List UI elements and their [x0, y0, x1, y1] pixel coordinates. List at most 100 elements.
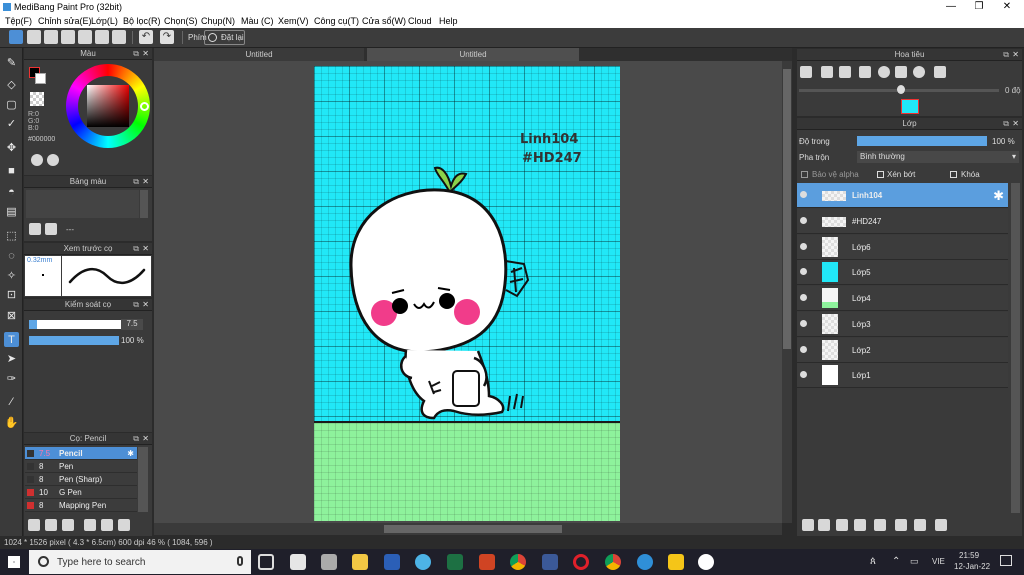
delete-palette-icon[interactable]	[45, 223, 57, 235]
actual-size-icon[interactable]	[859, 66, 871, 78]
reset-button[interactable]: Đặt lại	[204, 30, 245, 45]
brush-item[interactable]: 8 Pen	[25, 460, 137, 473]
operation-tool-icon[interactable]: ➤	[4, 351, 19, 366]
dock-icon[interactable]: ⧉	[133, 243, 139, 255]
task-view-icon[interactable]	[258, 554, 274, 570]
brush-item[interactable]: 8 Pen (Sharp)	[25, 473, 137, 486]
dock-icon[interactable]: ⧉	[1003, 49, 1009, 61]
tab-untitled-1[interactable]: Untitled	[154, 48, 364, 61]
menu-layer[interactable]: Lớp(L)	[91, 16, 118, 26]
navigator-thumbnail[interactable]	[901, 99, 919, 114]
layer-row[interactable]: Lớp1	[797, 363, 1008, 388]
brush-settings-icon[interactable]: ✱	[127, 447, 134, 460]
microphone-icon[interactable]	[237, 556, 243, 566]
color-option2-icon[interactable]	[47, 154, 59, 166]
close-button[interactable]: ✕	[993, 0, 1021, 14]
close-icon[interactable]: ✕	[142, 433, 149, 445]
move-tool-icon[interactable]: ✥	[4, 140, 19, 155]
chevron-up-icon[interactable]: ⌃	[892, 556, 900, 567]
windows-start-icon[interactable]	[8, 556, 20, 568]
magic-wand-tool-icon[interactable]: ✧	[4, 268, 19, 283]
delete-layer-icon[interactable]	[935, 519, 947, 531]
download-brush-icon[interactable]	[62, 519, 74, 531]
palette-area[interactable]	[26, 190, 139, 218]
edge-icon[interactable]	[637, 554, 653, 570]
flip-icon[interactable]	[934, 66, 946, 78]
drawing-canvas[interactable]: Linh104 #HD247	[314, 66, 620, 521]
close-icon[interactable]: ✕	[1012, 49, 1019, 61]
close-icon[interactable]: ✕	[142, 176, 149, 188]
copy-brush-icon[interactable]	[101, 519, 113, 531]
eye-icon[interactable]	[800, 346, 807, 353]
language-indicator[interactable]: VIE	[932, 557, 945, 566]
brush-settings-page-icon[interactable]	[84, 519, 96, 531]
layer-row[interactable]: Lớp3	[797, 312, 1008, 337]
chrome-icon[interactable]	[510, 554, 526, 570]
opera-icon[interactable]	[573, 554, 589, 570]
layer-list-scrollbar[interactable]	[1011, 183, 1020, 513]
dock-icon[interactable]: ⧉	[1003, 118, 1009, 130]
menu-cloud[interactable]: Cloud	[408, 16, 432, 26]
menu-help[interactable]: Help	[439, 16, 458, 26]
grid-icon[interactable]	[112, 30, 126, 44]
maximize-button[interactable]: ❐	[965, 0, 993, 14]
brush-item[interactable]: 8 Mapping Pen	[25, 499, 137, 512]
excel-icon[interactable]	[447, 554, 463, 570]
cloud-icon[interactable]	[9, 30, 23, 44]
add-brush-icon[interactable]	[28, 519, 40, 531]
eye-icon[interactable]	[800, 243, 807, 250]
layer-row[interactable]: #HD247	[797, 209, 1008, 234]
eraser-tool-icon[interactable]: ◇	[4, 77, 19, 92]
merge-down-icon[interactable]	[914, 519, 926, 531]
facebook-icon[interactable]	[542, 554, 558, 570]
zoom-out-icon[interactable]	[821, 66, 833, 78]
chrome2-icon[interactable]	[605, 554, 621, 570]
new-8bit-layer-icon[interactable]	[836, 519, 848, 531]
layer-row[interactable]: Lớp4	[797, 286, 1008, 311]
f-app-icon[interactable]	[668, 554, 684, 570]
people-icon[interactable]: ጰ	[870, 556, 876, 567]
brush-tool-icon[interactable]: ✎	[4, 55, 19, 70]
secondary-color-swatch[interactable]	[35, 73, 46, 84]
close-icon[interactable]: ✕	[142, 48, 149, 60]
canvas-horizontal-scrollbar[interactable]	[154, 523, 782, 535]
layer-row[interactable]: Lớp2	[797, 338, 1008, 363]
brush-opacity-value[interactable]: 100 %	[121, 336, 144, 345]
new-layer-icon[interactable]	[802, 519, 814, 531]
store-icon[interactable]	[321, 554, 337, 570]
menu-filter[interactable]: Bộ lọc(R)	[123, 16, 161, 26]
palette-scrollbar[interactable]	[140, 190, 148, 218]
transparent-color-swatch[interactable]	[30, 92, 44, 106]
message-icon[interactable]	[61, 30, 75, 44]
layer-row[interactable]: Linh104 ✱	[797, 183, 1008, 208]
select-tool-icon[interactable]: ⬚	[4, 228, 19, 243]
rotate-left-icon[interactable]	[878, 66, 890, 78]
menu-view[interactable]: Xem(V)	[278, 16, 309, 26]
select-pen-tool-icon[interactable]: ⊡	[4, 287, 19, 302]
folder-icon[interactable]	[45, 519, 57, 531]
layer-row[interactable]: Lớp5	[797, 260, 1008, 285]
close-icon[interactable]: ✕	[142, 299, 149, 311]
color-option-icon[interactable]	[31, 154, 43, 166]
undo-icon[interactable]: ↶	[139, 30, 153, 44]
file-explorer-icon[interactable]	[352, 554, 368, 570]
bucket-tool-icon[interactable]: ◓	[4, 184, 19, 199]
document-icon[interactable]	[78, 30, 92, 44]
redo-icon[interactable]: ↷	[160, 30, 174, 44]
dock-icon[interactable]: ⧉	[133, 433, 139, 445]
close-icon[interactable]: ✕	[1012, 118, 1019, 130]
share-icon[interactable]	[27, 30, 41, 44]
dock-icon[interactable]: ⧉	[133, 176, 139, 188]
brush-item[interactable]: 10 G Pen	[25, 486, 137, 499]
rotation-slider-thumb[interactable]	[897, 85, 905, 94]
powerpoint-icon[interactable]	[479, 554, 495, 570]
brush-list-scrollbar[interactable]	[138, 447, 148, 512]
brush-item[interactable]: 7.5 Pencil ✱	[25, 447, 137, 460]
gear-icon[interactable]: ✱	[993, 188, 1004, 204]
comment-icon[interactable]	[44, 30, 58, 44]
hue-wheel[interactable]	[66, 64, 150, 148]
lasso-tool-icon[interactable]: ◌	[4, 248, 19, 263]
taskbar-search-box[interactable]: Type here to search	[29, 550, 251, 574]
divide-tool-icon[interactable]: ✑	[4, 371, 19, 386]
network-icon[interactable]: ▭	[910, 556, 919, 567]
